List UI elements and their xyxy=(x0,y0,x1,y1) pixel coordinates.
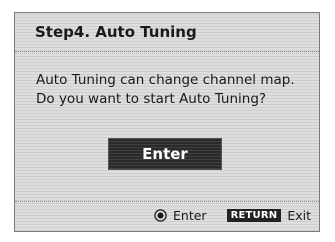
dialog-message: Auto Tuning can change channel map. Do y… xyxy=(36,71,295,109)
exit-hint-label: Exit xyxy=(287,207,311,223)
key-guide: Enter RETURN Exit xyxy=(154,206,311,224)
ok-button-icon xyxy=(154,208,167,222)
dialog-title: Step4. Auto Tuning xyxy=(35,23,197,41)
message-line-1: Auto Tuning can change channel map. xyxy=(36,72,295,88)
return-key-badge: RETURN xyxy=(226,208,282,222)
title-divider xyxy=(15,51,319,52)
message-line-2: Do you want to start Auto Tuning? xyxy=(36,91,267,107)
enter-button[interactable]: Enter xyxy=(108,138,222,170)
enter-hint-label: Enter xyxy=(173,207,207,223)
footer-divider xyxy=(15,201,319,202)
auto-tuning-dialog: Step4. Auto Tuning Auto Tuning can chang… xyxy=(14,12,320,232)
